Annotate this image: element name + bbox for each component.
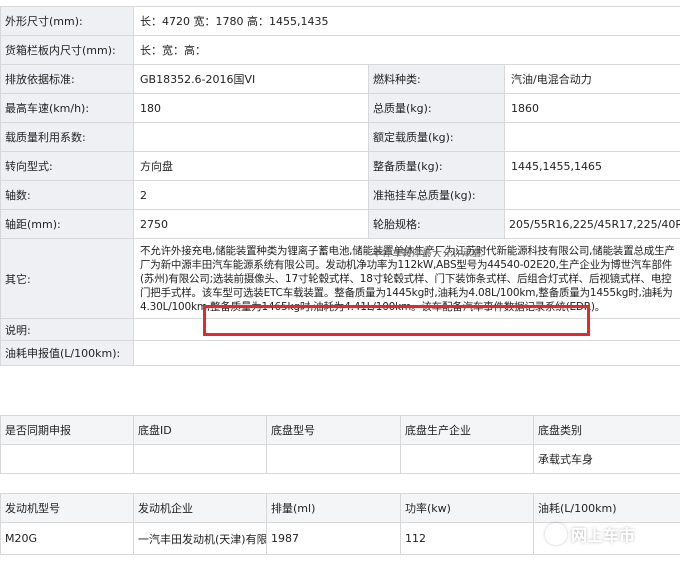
trailer-mass-label: 准拖挂车总质量(kg): [368,180,505,210]
engine-header-row: 发动机型号 发动机企业 排量(ml) 功率(kw) 油耗(L/100km) [0,493,680,523]
wheelbase-value: 2750 [133,209,369,239]
chassis-cell [0,444,134,474]
dims-label: 外形尺寸(mm): [0,6,134,36]
engine-cell: 一汽丰田发动机(天津)有限公司 [133,522,267,555]
trailer-mass-value [504,180,680,210]
engine-cell: M20G [0,522,134,555]
note-value [133,318,680,341]
spec-row: 轴距(mm): 2750 轮胎规格: 205/55R16,225/45R17,2… [0,209,680,239]
max-speed-value: 180 [133,93,369,123]
total-mass-label: 总质量(kg): [368,93,505,123]
engine-cell: 112 [400,522,534,555]
tire-overflow-text: 半挂车鞍座最大允许承载 [372,249,482,257]
fuel-declared-label: 油耗申报值(L/100km): [0,340,134,366]
axles-value: 2 [133,180,369,210]
rated-load-value [504,122,680,152]
chassis-header-cell: 是否同期申报 [0,415,134,445]
chassis-header-cell: 底盘类别 [533,415,680,445]
steering-label: 转向型式: [0,151,134,181]
chassis-cell [400,444,534,474]
chassis-cell [133,444,267,474]
spec-row: 最高车速(km/h): 180 总质量(kg): 1860 [0,93,680,123]
load-coef-value [133,122,369,152]
spec-row: 转向型式: 方向盘 整备质量(kg): 1445,1455,1465 [0,151,680,181]
total-mass-value: 1860 [504,93,680,123]
rated-load-label: 额定载质量(kg): [368,122,505,152]
engine-header-cell: 发动机企业 [133,493,267,523]
load-coef-label: 载质量利用系数: [0,122,134,152]
spec-row: 货箱栏板内尺寸(mm): 长：宽：高： [0,35,680,65]
spec-row: 载质量利用系数: 额定载质量(kg): [0,122,680,152]
chassis-header-cell: 底盘生产企业 [400,415,534,445]
other-label: 其它: [0,238,134,319]
emission-value: GB18352.6-2016国VI [133,64,369,94]
fuel-declared-value [133,340,680,366]
spec-row: 排放依据标准: GB18352.6-2016国VI 燃料种类: 汽油/电混合动力 [0,64,680,94]
chassis-table: 是否同期申报 底盘ID 底盘型号 底盘生产企业 底盘类别 承载式车身 [0,415,680,474]
watermark: 网上车市 [545,520,663,548]
engine-cell: 1987 [266,522,401,555]
spec-row: 油耗申报值(L/100km): [0,340,680,366]
spec-row: 其它: 不允许外接充电,储能装置种类为锂离子蓄电池,储能装置单体生产厂为江苏时代… [0,238,680,319]
curb-mass-value: 1445,1455,1465 [504,151,680,181]
chassis-header-cell: 底盘型号 [266,415,401,445]
wheelbase-label: 轴距(mm): [0,209,134,239]
cargo-value: 长：宽：高： [133,35,680,65]
max-speed-label: 最高车速(km/h): [0,93,134,123]
spec-table: 外形尺寸(mm): 长：4720 宽：1780 高：1455,1435 货箱栏板… [0,6,680,366]
chassis-cell [266,444,401,474]
dims-value: 长：4720 宽：1780 高：1455,1435 [133,6,680,36]
chassis-row: 承载式车身 [0,444,680,474]
fuel-type-value: 汽油/电混合动力 [504,64,680,94]
fuel-type-label: 燃料种类: [368,64,505,94]
spec-row: 说明: [0,318,680,341]
chassis-header-row: 是否同期申报 底盘ID 底盘型号 底盘生产企业 底盘类别 [0,415,680,445]
spec-row: 轴数: 2 准拖挂车总质量(kg): [0,180,680,210]
watermark-text: 网上车市 [571,526,636,545]
engine-header-cell: 发动机型号 [0,493,134,523]
chassis-cell: 承载式车身 [533,444,680,474]
watermark-logo-icon [545,523,567,545]
engine-header-cell: 油耗(L/100km) [533,493,680,523]
cargo-label: 货箱栏板内尺寸(mm): [0,35,134,65]
chassis-header-cell: 底盘ID [133,415,267,445]
curb-mass-label: 整备质量(kg): [368,151,505,181]
axles-label: 轴数: [0,180,134,210]
emission-label: 排放依据标准: [0,64,134,94]
engine-header-cell: 功率(kw) [400,493,534,523]
engine-header-cell: 排量(ml) [266,493,401,523]
spec-row: 外形尺寸(mm): 长：4720 宽：1780 高：1455,1435 [0,6,680,36]
steering-value: 方向盘 [133,151,369,181]
tire-label: 轮胎规格: [368,209,505,239]
note-label: 说明: [0,318,134,341]
tire-value: 205/55R16,225/45R17,225/40R18 [504,209,680,239]
